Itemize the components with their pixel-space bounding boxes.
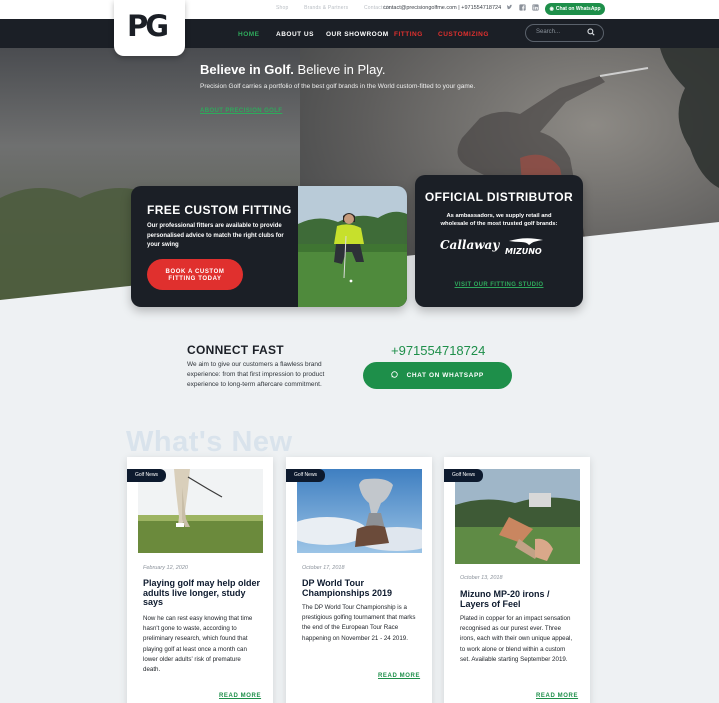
read-more-link[interactable]: READ MORE	[536, 693, 578, 699]
official-distributor-card: OFFICIAL DISTRIBUTOR As ambassadors, we …	[415, 175, 583, 307]
facebook-icon[interactable]	[519, 4, 526, 11]
news-body: Plated in copper for an impact sensation…	[460, 615, 573, 663]
custom-fitting-title: FREE CUSTOM FITTING	[147, 203, 292, 217]
news-title[interactable]: Mizuno MP-20 irons / Layers of Feel	[460, 589, 578, 609]
phone-number[interactable]: +971554718724	[391, 343, 485, 358]
hero-title: Believe in Golf. Believe in Play.	[200, 62, 385, 77]
news-body: Now he can rest easy knowing that time h…	[143, 615, 253, 674]
mizuno-wordmark: MIZUNO	[505, 247, 542, 256]
nav-about-us[interactable]: ABOUT US	[276, 31, 314, 38]
search-icon[interactable]	[587, 28, 595, 38]
custom-fitting-text: Our professional fitters are available t…	[147, 223, 284, 248]
hero-title-rest: Believe in Play.	[293, 62, 386, 77]
hero-subtitle: Precision Golf carries a portfolio of th…	[200, 83, 476, 90]
logo-text: PG	[127, 9, 169, 43]
news-image[interactable]	[455, 469, 580, 564]
news-card[interactable]: Golf News October 17, 2018 DP World Tour…	[286, 457, 432, 703]
mizuno-logo: MIZUNO	[505, 238, 543, 256]
news-date: February 12, 2020	[143, 565, 188, 571]
whatsapp-icon	[391, 371, 400, 379]
linkedin-icon[interactable]	[532, 4, 539, 11]
nav-customizing[interactable]: CUSTOMIZING	[438, 31, 489, 38]
callaway-logo: Callaway	[440, 238, 500, 252]
whatsapp-icon: ◉	[549, 6, 554, 12]
nav-our-showroom[interactable]: OUR SHOWROOM	[326, 31, 389, 38]
news-title[interactable]: DP World Tour Championships 2019	[302, 578, 420, 598]
custom-fitting-card: FREE CUSTOM FITTING Our professional fit…	[131, 186, 407, 307]
site-logo[interactable]: PG	[114, 0, 185, 56]
news-body: The DP World Tour Championship is a pres…	[302, 604, 416, 642]
news-tag[interactable]: Golf News	[127, 469, 167, 482]
chat-on-whatsapp-button[interactable]: CHAT ON WHATSAPP	[363, 362, 512, 389]
whatsapp-chat-button[interactable]: ◉ Chat on WhatsApp	[545, 3, 605, 15]
book-fitting-label-2: FITTING TODAY	[168, 276, 222, 282]
news-card[interactable]: Golf News February 12, 2020 Playing golf…	[127, 457, 273, 703]
news-title[interactable]: Playing golf may help older adults live …	[143, 578, 261, 608]
read-more-link[interactable]: READ MORE	[219, 693, 261, 699]
book-fitting-button[interactable]: BOOK A CUSTOM FITTING TODAY	[147, 259, 243, 290]
news-date: October 17, 2018	[302, 565, 345, 571]
news-date: October 13, 2018	[460, 575, 503, 581]
chat-on-whatsapp-label: CHAT ON WHATSAPP	[406, 372, 484, 379]
news-tag[interactable]: Golf News	[444, 469, 484, 482]
search-placeholder: Search...	[536, 29, 561, 35]
twitter-icon[interactable]	[506, 4, 513, 11]
fitting-photo	[298, 186, 407, 307]
news-card[interactable]: Golf News October 13, 2018 Mizuno MP-20 …	[444, 457, 590, 703]
nav-home[interactable]: HOME	[238, 31, 260, 38]
utility-link-brands[interactable]: Brands & Partners	[304, 5, 348, 11]
hero-title-bold: Believe in Golf.	[200, 62, 294, 77]
connect-fast-text: We aim to give our customers a flawless …	[187, 361, 325, 388]
social-links	[506, 4, 539, 11]
top-utility-bar: Shop Brands & Partners Contact Us contac…	[0, 0, 719, 19]
visit-fitting-studio-link[interactable]: VISIT OUR FITTING STUDIO	[415, 282, 583, 288]
connect-fast-title: CONNECT FAST	[187, 343, 284, 357]
book-fitting-label-1: BOOK A CUSTOM	[165, 269, 225, 275]
utility-link-shop[interactable]: Shop	[276, 5, 288, 11]
contact-info[interactable]: contact@precisiongolfme.com | +971554718…	[383, 5, 501, 11]
search-input[interactable]: Search...	[525, 24, 604, 42]
nav-fitting[interactable]: FITTING	[394, 31, 423, 38]
read-more-link[interactable]: READ MORE	[378, 673, 420, 679]
official-distributor-title: OFFICIAL DISTRIBUTOR	[424, 190, 574, 204]
whatsapp-chat-label: Chat on WhatsApp	[555, 6, 601, 12]
news-tag[interactable]: Golf News	[286, 469, 326, 482]
official-distributor-text: As ambassadors, we supply retail and who…	[440, 213, 558, 227]
whats-new-heading: What's New	[126, 426, 293, 458]
about-precision-golf-link[interactable]: ABOUT PRECISION GOLF	[200, 108, 282, 114]
